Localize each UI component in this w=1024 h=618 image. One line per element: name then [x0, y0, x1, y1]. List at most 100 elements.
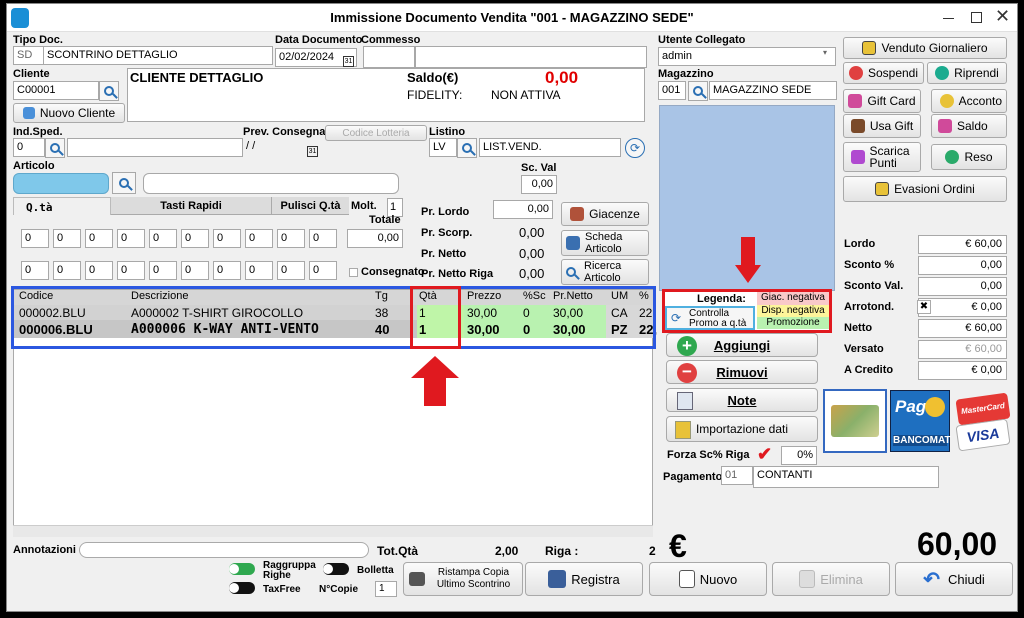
giacenze-button[interactable]: Giacenze	[561, 202, 649, 226]
refresh-icon[interactable]: ⟳	[625, 138, 645, 158]
chevron-down-icon[interactable]: ▾	[823, 48, 827, 57]
commesso-field[interactable]	[415, 46, 647, 68]
rimuovi-button[interactable]: − Rimuovi	[666, 360, 818, 384]
venduto-giornaliero-button[interactable]: Venduto Giornaliero	[843, 37, 1007, 59]
calendar-icon[interactable]: 31	[343, 52, 354, 67]
close-icon[interactable]: ✕	[995, 6, 1010, 27]
listino-search-button[interactable]	[457, 138, 477, 158]
bancomat-payment-button[interactable]: Pago BANCOMAT	[890, 390, 951, 452]
qty-box[interactable]: 0	[53, 229, 81, 248]
total-value[interactable]: € 60,00	[918, 340, 1007, 359]
pagamento-field[interactable]: CONTANTI	[753, 466, 939, 488]
qty-box[interactable]: 0	[53, 261, 81, 280]
saldo-button[interactable]: Saldo	[931, 114, 1007, 138]
qty-box[interactable]: 0	[117, 229, 145, 248]
usa-gift-button[interactable]: Usa Gift	[843, 114, 921, 138]
qty-box[interactable]: 0	[181, 229, 209, 248]
qty-box[interactable]: 0	[21, 261, 49, 280]
qty-box[interactable]: 0	[149, 261, 177, 280]
tab-tasti-rapidi[interactable]: Tasti Rapidi	[111, 197, 271, 215]
qty-box[interactable]: 0	[245, 261, 273, 280]
listino-code[interactable]: LV	[429, 138, 457, 157]
chiudi-button[interactable]: ↶ Chiudi	[895, 562, 1013, 596]
ristampa-button[interactable]: Ristampa Copia Ultimo Scontrino	[403, 562, 523, 596]
arrotond-toggle[interactable]: ✖	[917, 300, 931, 314]
horizontal-scrollbar[interactable]	[13, 525, 653, 537]
nuovo-cliente-button[interactable]: Nuovo Cliente	[13, 103, 125, 123]
nuovo-button[interactable]: Nuovo	[649, 562, 767, 596]
minimize-icon[interactable]	[943, 18, 954, 19]
total-value[interactable]: € 0,00	[918, 298, 1007, 317]
listino-field[interactable]: LIST.VEND.	[479, 138, 621, 157]
total-value[interactable]: € 60,00	[918, 319, 1007, 338]
tipo-doc-code[interactable]: SD	[13, 46, 45, 65]
qty-box[interactable]: 0	[309, 261, 337, 280]
scheda-articolo-button[interactable]: Scheda Articolo	[561, 230, 649, 256]
annotazioni-field[interactable]	[79, 542, 369, 558]
ind-sped-search-button[interactable]	[45, 138, 65, 158]
articolo-search-button[interactable]	[112, 172, 136, 194]
magazzino-field[interactable]: MAGAZZINO SEDE	[709, 81, 837, 100]
qty-box[interactable]: 0	[85, 261, 113, 280]
total-value[interactable]: € 0,00	[918, 361, 1007, 380]
tipo-doc-field[interactable]: SCONTRINO DETTAGLIO	[43, 46, 273, 65]
qty-box[interactable]: 0	[21, 229, 49, 248]
maximize-icon[interactable]	[971, 12, 982, 23]
qty-box[interactable]: 0	[213, 261, 241, 280]
acconto-button[interactable]: Acconto	[931, 89, 1007, 113]
cliente-search-button[interactable]	[99, 81, 119, 101]
cash-payment-button[interactable]	[823, 389, 887, 453]
gift-card-button[interactable]: Gift Card	[843, 89, 921, 113]
elimina-button[interactable]: Elimina	[772, 562, 890, 596]
sospendi-button[interactable]: Sospendi	[843, 62, 924, 84]
codice-lotteria-button[interactable]: Codice Lotteria	[325, 125, 427, 141]
totale-field[interactable]: 0,00	[347, 229, 403, 248]
scarica-punti-button[interactable]: Scarica Punti	[843, 142, 921, 172]
ricerca-articolo-button[interactable]: Ricerca Articolo	[561, 259, 649, 285]
total-value[interactable]: 0,00	[918, 256, 1007, 275]
qty-box[interactable]: 0	[85, 229, 113, 248]
evasioni-ordini-button[interactable]: Evasioni Ordini	[843, 176, 1007, 202]
tab-pulisci-qta[interactable]: Pulisci Q.tà	[271, 197, 349, 215]
checkmark-icon[interactable]: ✔	[757, 444, 772, 465]
ncopie-field[interactable]: 1	[375, 581, 397, 597]
calendar-icon[interactable]: 31	[307, 142, 318, 157]
qty-box[interactable]: 0	[277, 261, 305, 280]
magazzino-search-button[interactable]	[688, 81, 708, 101]
forza-sc-field[interactable]: 0%	[781, 446, 817, 465]
qty-box[interactable]: 0	[181, 261, 209, 280]
bolletta-toggle[interactable]	[323, 563, 349, 575]
cliente-code[interactable]: C00001	[13, 81, 99, 100]
reso-button[interactable]: Reso	[931, 144, 1007, 170]
qty-box[interactable]: 0	[245, 229, 273, 248]
qty-box[interactable]: 0	[309, 229, 337, 248]
raggruppa-toggle[interactable]	[229, 563, 255, 575]
qty-box[interactable]: 0	[213, 229, 241, 248]
magazzino-code[interactable]: 001	[658, 81, 686, 100]
visa-button[interactable]: VISA	[955, 418, 1011, 452]
ind-sped-code[interactable]: 0	[13, 138, 45, 157]
utente-select[interactable]: admin	[658, 47, 836, 66]
prev-consegna-field[interactable]: / /	[243, 138, 305, 157]
legend-promozione: Promozione	[757, 317, 829, 329]
consegnato-checkbox[interactable]	[349, 268, 358, 277]
registra-button[interactable]: Registra	[525, 562, 643, 596]
ind-sped-field[interactable]	[67, 138, 243, 157]
taxfree-toggle[interactable]	[229, 582, 255, 594]
articolo-description[interactable]	[143, 173, 399, 194]
total-value[interactable]: 0,00	[918, 277, 1007, 296]
aggiungi-button[interactable]: + Aggiungi	[666, 333, 818, 357]
riprendi-button[interactable]: Riprendi	[927, 62, 1007, 84]
qty-box[interactable]: 0	[277, 229, 305, 248]
tab-qta[interactable]: Q.tà	[13, 197, 111, 215]
pagamento-code[interactable]: 01	[721, 466, 753, 485]
pr-lordo-field[interactable]: 0,00	[493, 200, 553, 219]
articolo-input[interactable]	[13, 173, 109, 194]
importazione-button[interactable]: Importazione dati	[666, 416, 818, 442]
qty-box[interactable]: 0	[117, 261, 145, 280]
total-value[interactable]: € 60,00	[918, 235, 1007, 254]
note-button[interactable]: Note	[666, 388, 818, 412]
commesso-code[interactable]	[363, 46, 415, 68]
sc-val-field[interactable]: 0,00	[521, 175, 557, 194]
qty-box[interactable]: 0	[149, 229, 177, 248]
